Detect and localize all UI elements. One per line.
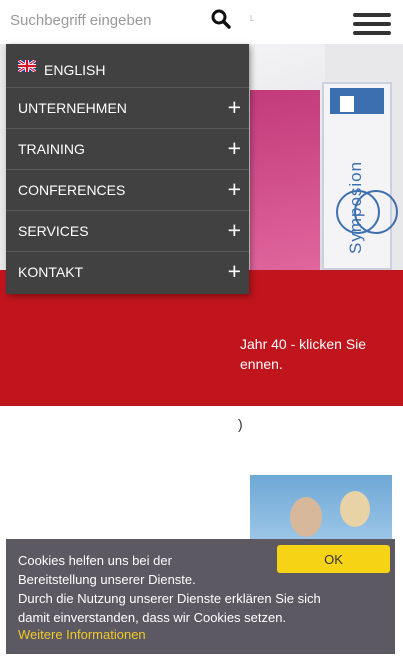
- menu-item-kontakt[interactable]: KONTAKT +: [6, 252, 249, 293]
- language-english-link[interactable]: ENGLISH: [6, 44, 249, 88]
- plus-icon[interactable]: +: [228, 175, 241, 203]
- teaser-text[interactable]: Jahr 40 - klicken Sie ennen.: [240, 334, 400, 374]
- plus-icon[interactable]: +: [228, 93, 241, 121]
- plus-icon[interactable]: +: [228, 257, 241, 285]
- menu-item-conferences[interactable]: CONFERENCES +: [6, 170, 249, 211]
- cookie-ok-button[interactable]: OK: [277, 545, 390, 573]
- magazine-cover-pink: [250, 90, 320, 270]
- search-button[interactable]: [206, 6, 236, 34]
- header: L: [0, 0, 403, 44]
- menu-item-unternehmen[interactable]: UNTERNEHMEN +: [6, 88, 249, 129]
- content-photo[interactable]: [250, 475, 392, 545]
- menu-toggle-button[interactable]: [352, 8, 392, 40]
- menu-item-training[interactable]: TRAINING +: [6, 129, 249, 170]
- menu-item-services[interactable]: SERVICES +: [6, 211, 249, 252]
- search-input[interactable]: [4, 6, 204, 34]
- hamburger-icon: [353, 13, 391, 17]
- magazine-cover-symposion: Symposion: [322, 82, 392, 270]
- side-menu: ENGLISH UNTERNEHMEN + TRAINING + CONFERE…: [6, 44, 249, 294]
- plus-icon[interactable]: +: [228, 216, 241, 244]
- more-info-link[interactable]: Weitere Informationen: [18, 627, 146, 642]
- plus-icon[interactable]: +: [228, 134, 241, 162]
- header-mark: L: [250, 14, 255, 23]
- uk-flag-icon: [18, 60, 36, 72]
- content-fragment: ): [238, 416, 243, 432]
- search-icon: [211, 9, 231, 29]
- language-label: ENGLISH: [44, 62, 106, 78]
- venn-circle: [354, 190, 398, 234]
